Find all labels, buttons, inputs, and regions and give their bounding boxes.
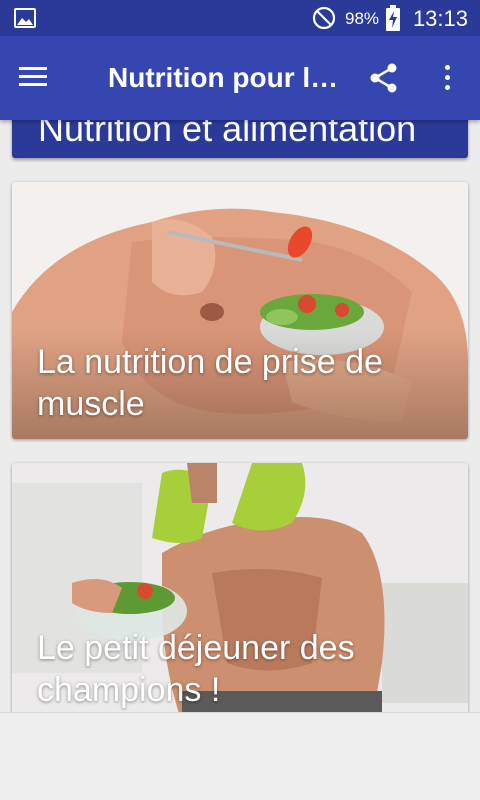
bottom-area	[0, 712, 480, 800]
card-caption: La nutrition de prise de muscle	[37, 343, 383, 423]
battery-percent: 98%	[345, 9, 380, 28]
image-notification-icon	[14, 8, 36, 28]
do-not-disturb-icon	[312, 6, 336, 30]
article-card[interactable]: La nutrition de prise de muscle	[12, 182, 468, 439]
more-vert-icon[interactable]	[436, 60, 458, 96]
share-icon[interactable]	[366, 60, 402, 96]
status-bar: 98% 13:13	[0, 0, 480, 36]
app-title: Nutrition pour l…	[108, 62, 339, 93]
clock: 13:13	[412, 6, 468, 31]
section-header[interactable]: Nutrition et alimentation	[12, 120, 468, 158]
battery-charging-icon	[386, 5, 400, 31]
app-bar: Nutrition pour l…	[0, 36, 480, 120]
article-card[interactable]: Le petit déjeuner des champions !	[12, 463, 468, 712]
section-title: Nutrition et alimentation	[38, 120, 417, 149]
menu-icon[interactable]	[16, 62, 50, 92]
content-list[interactable]: Nutrition et alimentation La nutrition d…	[0, 120, 480, 712]
card-caption: Le petit déjeuner des champions !	[37, 629, 355, 709]
